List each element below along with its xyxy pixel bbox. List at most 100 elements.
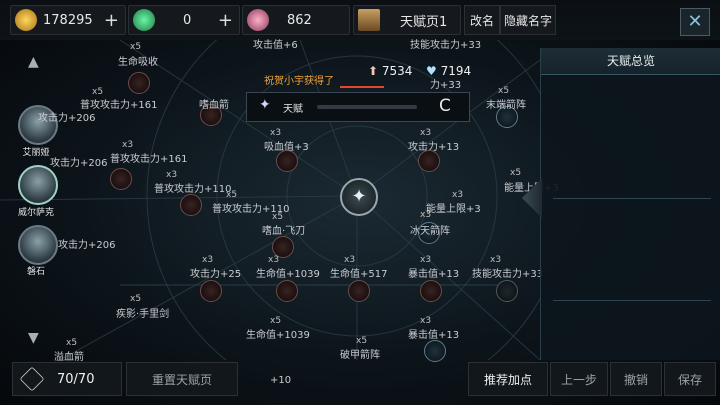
previous-step-button[interactable]: 上一步	[550, 362, 608, 396]
panel-divider	[553, 198, 711, 199]
node-count: x3	[166, 170, 178, 180]
node-label: 技能攻击力+33	[472, 269, 544, 280]
talent-page-selector[interactable]: 天赋页1	[353, 5, 461, 35]
node-label: 暴击值+13	[408, 330, 460, 341]
hero-name: 磐石	[26, 267, 45, 277]
node-label: 溢血箭	[54, 352, 84, 363]
talent-node[interactable]	[128, 72, 150, 94]
emerald-gem-icon	[133, 9, 155, 31]
talent-node[interactable]	[348, 280, 370, 302]
talent-node[interactable]	[276, 150, 298, 172]
node-count: x5	[356, 336, 368, 346]
sword-icon: ⬆	[368, 64, 379, 78]
stat-attack: ⬆ 7534	[368, 64, 413, 78]
gold-coin-icon	[15, 9, 37, 31]
hero-avatar[interactable]	[18, 225, 58, 265]
talent-node[interactable]	[276, 280, 298, 302]
talent-star-icon: ✦	[259, 97, 271, 113]
node-count: x3	[490, 255, 502, 265]
talent-node[interactable]	[424, 340, 446, 362]
gold-value: 178295	[43, 12, 93, 28]
node-count: x3	[452, 190, 464, 200]
talent-node[interactable]	[420, 280, 442, 302]
rename-button[interactable]: 改名	[464, 5, 500, 35]
node-count: x3	[122, 140, 134, 150]
hero-avatar[interactable]	[18, 165, 58, 205]
node-count: x3	[270, 128, 282, 138]
node-count: x5	[510, 168, 522, 178]
node-count: x3	[420, 210, 432, 220]
talent-node[interactable]	[418, 150, 440, 172]
notice-suffix: 力+33	[430, 80, 462, 91]
node-label: 生命值+1039	[256, 269, 320, 280]
node-label: 生命值+517	[330, 269, 388, 280]
hero-name: 威尔萨克	[17, 208, 54, 218]
gold-resource: 178295 +	[10, 5, 126, 35]
node-label: 生命吸收	[118, 57, 158, 68]
notice-text: 祝贺小宇获得了	[264, 76, 334, 87]
node-label: 攻击力+206	[38, 113, 96, 124]
talent-progress-track	[317, 105, 417, 109]
scroll-up-arrow-icon[interactable]: ▲	[28, 54, 39, 70]
talent-node[interactable]	[200, 280, 222, 302]
panel-title: 天赋总览	[541, 48, 720, 75]
save-button[interactable]: 保存	[664, 362, 716, 396]
node-label: 冰天箭阵	[410, 226, 450, 237]
talent-node[interactable]	[110, 168, 132, 190]
points-hexagon-icon	[19, 366, 45, 392]
reset-talent-page-button[interactable]: 重置天赋页	[126, 362, 238, 396]
node-count: x5	[130, 294, 142, 304]
scroll-down-arrow-icon[interactable]: ▼	[28, 330, 39, 346]
emerald-resource: 0 +	[128, 5, 240, 35]
node-count: x3	[420, 128, 432, 138]
node-label: 暴击值+13	[408, 269, 460, 280]
node-label: 嗜血·飞刀	[262, 226, 306, 237]
close-icon[interactable]: ✕	[680, 8, 710, 36]
node-count: x5	[272, 212, 284, 222]
node-label: 普攻攻击力+110	[154, 184, 232, 195]
node-count: x3	[202, 255, 214, 265]
talent-node[interactable]	[496, 280, 518, 302]
talent-page-name: 天赋页1	[400, 14, 448, 30]
talent-rating-bar: ✦ 天赋 C	[246, 92, 470, 122]
node-count: x3	[344, 255, 356, 265]
node-label: 技能攻击力+33	[410, 40, 482, 51]
talent-points: 70/70	[57, 371, 95, 387]
node-label: 普攻攻击力+161	[110, 154, 188, 165]
node-label: 末端箭阵	[486, 100, 526, 111]
book-icon	[358, 9, 380, 31]
node-label: 嗜血箭	[199, 100, 229, 111]
add-gold-button[interactable]: +	[104, 10, 119, 31]
node-count: x5	[226, 190, 238, 200]
node-label: 攻击力+25	[190, 269, 242, 280]
node-count: x3	[420, 316, 432, 326]
node-count: x5	[498, 86, 510, 96]
crystal-resource: 862	[242, 5, 350, 35]
crystal-value: 862	[287, 12, 312, 28]
node-label: 疾影·手里剑	[116, 309, 170, 320]
node-label: 攻击值+6	[253, 40, 298, 51]
center-emblem-icon[interactable]: ✦	[340, 178, 378, 216]
node-count: x5	[130, 42, 142, 52]
node-count: x3	[420, 255, 432, 265]
talent-node[interactable]	[180, 194, 202, 216]
node-label: 攻击力+206	[50, 158, 108, 169]
talent-overview-panel: 天赋总览	[540, 48, 720, 360]
crystal-gem-icon	[247, 9, 269, 31]
talent-points-box: 70/70	[12, 362, 122, 396]
notice-underline	[340, 86, 384, 88]
node-count: x5	[270, 316, 282, 326]
talent-grade: C	[439, 96, 451, 116]
recommended-points-button[interactable]: 推荐加点	[468, 362, 548, 396]
undo-button[interactable]: 撤销	[610, 362, 662, 396]
node-count: x5	[66, 338, 78, 348]
node-label: 破甲箭阵	[340, 350, 380, 361]
talent-label: 天赋	[283, 104, 303, 115]
emerald-value: 0	[183, 12, 192, 28]
node-label: +10	[270, 375, 292, 386]
node-label: 攻击力+206	[58, 240, 116, 251]
hide-name-button[interactable]: 隐藏名字	[500, 5, 556, 35]
add-emerald-button[interactable]: +	[218, 10, 233, 31]
node-label: 生命值+1039	[246, 330, 310, 341]
panel-divider	[553, 300, 711, 301]
